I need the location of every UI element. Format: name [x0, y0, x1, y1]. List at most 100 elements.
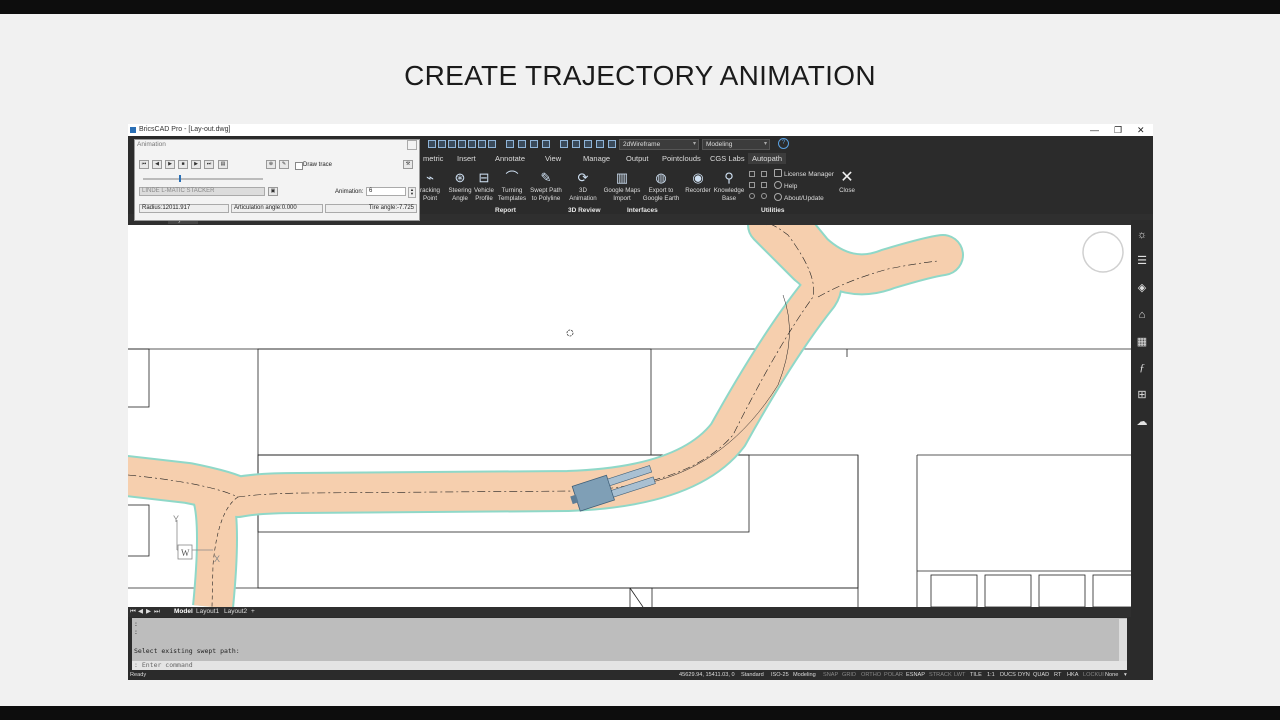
add-layout-icon[interactable]: +	[251, 607, 255, 617]
settings-icon[interactable]: ⚒	[403, 160, 413, 169]
tab-nav-next-icon[interactable]: ▶	[146, 607, 151, 617]
utility-icon[interactable]	[749, 171, 755, 177]
status-dim-style[interactable]: ISO-25	[771, 670, 789, 680]
maximize-button[interactable]: ❐	[1114, 124, 1122, 136]
properties-sliders-icon[interactable]: ☰	[1135, 254, 1149, 268]
status-quad[interactable]: QUAD	[1033, 670, 1049, 680]
export-video-icon[interactable]: ▤	[218, 160, 228, 169]
qat-icon[interactable]	[478, 140, 486, 148]
status-grid[interactable]: GRID	[842, 670, 856, 680]
status-polar[interactable]: POLAR	[884, 670, 903, 680]
window-close-button[interactable]: ✕	[1137, 124, 1145, 136]
visual-style-dropdown[interactable]: 2dWireframe ▾	[619, 139, 699, 150]
qat-icon[interactable]	[608, 140, 616, 148]
slider-thumb[interactable]	[179, 175, 181, 182]
stop-icon[interactable]: ■	[178, 160, 188, 169]
tips-lightbulb-icon[interactable]: ☼	[1135, 228, 1149, 242]
qat-icon[interactable]	[530, 140, 538, 148]
navigation-wheel-icon[interactable]	[1082, 231, 1124, 273]
status-workspace[interactable]: Modeling	[793, 670, 816, 680]
tab-view[interactable]: View	[545, 154, 561, 163]
qat-icon[interactable]	[448, 140, 456, 148]
help-icon[interactable]: ?	[778, 138, 789, 149]
qat-icon[interactable]	[468, 140, 476, 148]
status-esnap[interactable]: ESNAP	[906, 670, 925, 680]
utility-icon[interactable]	[761, 193, 767, 199]
close-autopath-button[interactable]: ✕ Close	[836, 170, 858, 195]
qat-icon[interactable]	[518, 140, 526, 148]
steering-angle-button[interactable]: ⊛ Steering Angle	[446, 170, 474, 203]
spinner-icon[interactable]: ▲ ▼	[408, 187, 416, 198]
chevron-down-icon[interactable]: ▾	[1124, 670, 1127, 680]
formula-icon[interactable]: ƒ	[1135, 361, 1149, 375]
play-icon[interactable]: ▶	[165, 160, 175, 169]
utility-icon[interactable]	[761, 182, 767, 188]
hatch-icon[interactable]: ▦	[1135, 335, 1149, 349]
tab-pointclouds[interactable]: Pointclouds	[662, 154, 701, 163]
vehicle-select[interactable]: LINDE L-MATIC STACKER	[139, 187, 265, 196]
qat-icon[interactable]	[572, 140, 580, 148]
tab-annotate[interactable]: Annotate	[495, 154, 525, 163]
knowledge-base-button[interactable]: ⚲ Knowledge Base	[712, 170, 746, 203]
recorder-button[interactable]: ◉ Recorder	[683, 170, 713, 195]
command-scrollbar[interactable]	[1119, 619, 1127, 661]
swept-path-to-polyline-button[interactable]: ✎ Swept Path to Polyline	[528, 170, 564, 203]
draw-trace-checkbox[interactable]	[295, 162, 303, 170]
utility-icon[interactable]	[761, 171, 767, 177]
tab-layout1[interactable]: Layout1	[196, 607, 219, 617]
qat-icon[interactable]	[542, 140, 550, 148]
tab-output[interactable]: Output	[626, 154, 649, 163]
tab-nav-first-icon[interactable]: ⏮	[130, 607, 136, 617]
cloud-icon[interactable]: ☁	[1135, 415, 1149, 429]
tracking-point-button[interactable]: ⌁ racking Point	[416, 170, 444, 203]
animation-3d-button[interactable]: ⟳ 3D Animation	[566, 170, 600, 203]
tab-manage[interactable]: Manage	[583, 154, 610, 163]
qat-icon[interactable]	[506, 140, 514, 148]
skip-start-icon[interactable]: ⏮	[139, 160, 149, 169]
qat-icon[interactable]	[584, 140, 592, 148]
attachments-icon[interactable]: ⌂	[1135, 308, 1149, 322]
help-button[interactable]: Help	[774, 181, 797, 190]
qat-icon[interactable]	[596, 140, 604, 148]
status-text-style[interactable]: Standard	[741, 670, 764, 680]
status-strack[interactable]: STRACK	[929, 670, 952, 680]
turning-templates-button[interactable]: ⌒ Turning Templates	[496, 170, 528, 203]
vehicle-library-icon[interactable]: ▣	[268, 187, 278, 196]
structure-tree-icon[interactable]: ⊞	[1135, 388, 1149, 402]
status-tile[interactable]: TILE	[970, 670, 982, 680]
qat-icon[interactable]	[560, 140, 568, 148]
status-snap[interactable]: SNAP	[823, 670, 838, 680]
tab-nav-prev-icon[interactable]: ◀	[138, 607, 143, 617]
status-lockui[interactable]: LOCKUI	[1083, 670, 1104, 680]
license-manager-button[interactable]: License Manager	[774, 169, 834, 178]
status-none[interactable]: None	[1105, 670, 1118, 680]
status-hka[interactable]: HKA	[1067, 670, 1079, 680]
qat-icon[interactable]	[428, 140, 436, 148]
skip-end-icon[interactable]: ⏭	[204, 160, 214, 169]
vehicle-profile-button[interactable]: ⊟ Vehicle Profile	[471, 170, 497, 203]
status-ducs[interactable]: DUCS	[1000, 670, 1016, 680]
qat-icon[interactable]	[458, 140, 466, 148]
command-input[interactable]: : Enter command	[132, 661, 1127, 670]
tab-layout2[interactable]: Layout2	[224, 607, 247, 617]
animation-slider[interactable]	[143, 175, 263, 182]
tab-model[interactable]: Model	[174, 607, 193, 617]
status-lwt[interactable]: LWT	[954, 670, 965, 680]
status-dyn[interactable]: DYN	[1018, 670, 1030, 680]
workspace-dropdown[interactable]: Modeling ▾	[702, 139, 770, 150]
qat-icon[interactable]	[438, 140, 446, 148]
tab-insert[interactable]: Insert	[457, 154, 476, 163]
status-rt[interactable]: RT	[1054, 670, 1061, 680]
status-scale[interactable]: 1:1	[987, 670, 995, 680]
step-back-icon[interactable]: ◀	[152, 160, 162, 169]
minimize-button[interactable]: —	[1090, 124, 1099, 136]
about-update-button[interactable]: About/Update	[774, 193, 824, 202]
tab-parametric[interactable]: metric	[423, 154, 443, 163]
tab-cgs-labs[interactable]: CGS Labs	[710, 154, 745, 163]
status-ortho[interactable]: ORTHO	[861, 670, 881, 680]
step-forward-icon[interactable]: ▶	[191, 160, 201, 169]
layers-icon[interactable]: ◈	[1135, 281, 1149, 295]
qat-icon[interactable]	[488, 140, 496, 148]
export-google-earth-button[interactable]: ◍ Export to Google Earth	[640, 170, 682, 203]
tab-nav-last-icon[interactable]: ⏭	[154, 607, 160, 617]
